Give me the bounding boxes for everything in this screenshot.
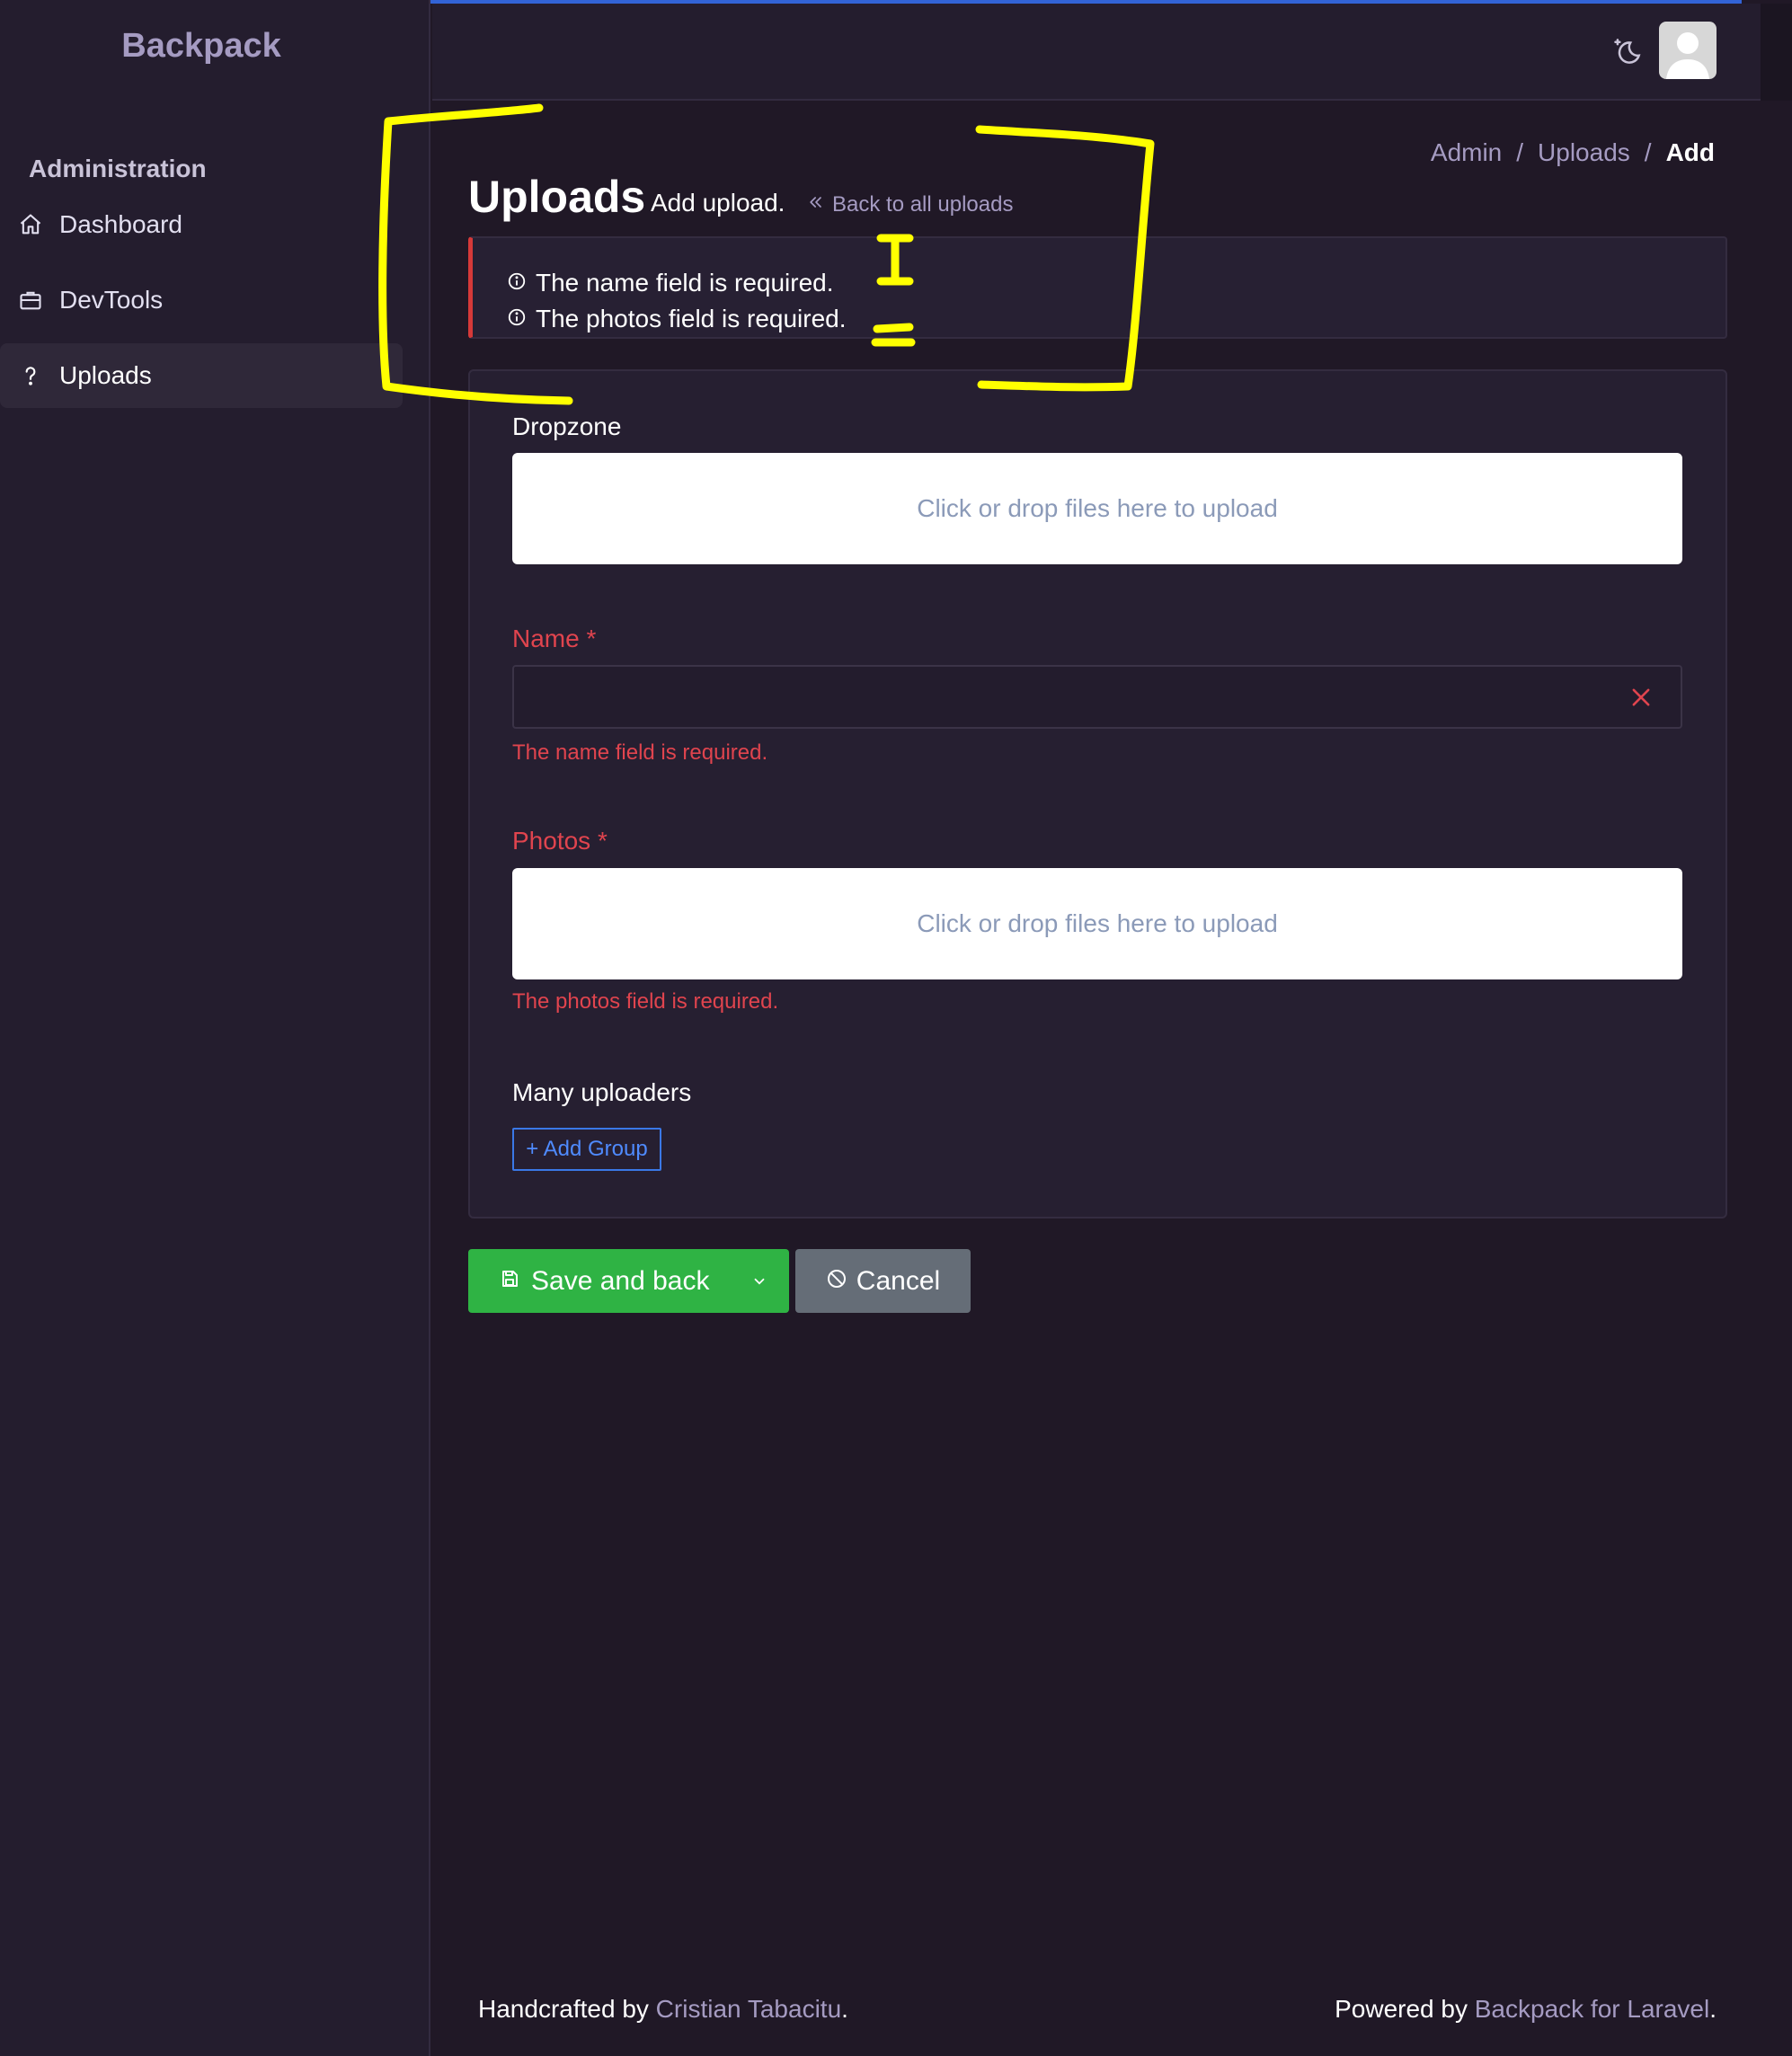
home-icon <box>18 212 43 237</box>
alert-error-line: The name field is required. <box>507 269 834 297</box>
sidebar-item-devtools[interactable]: DevTools <box>0 268 403 332</box>
breadcrumb-uploads[interactable]: Uploads <box>1538 138 1630 167</box>
cancel-label: Cancel <box>856 1265 941 1296</box>
moon-stars-icon[interactable] <box>1610 34 1645 68</box>
sidebar-item-label: Dashboard <box>59 210 182 238</box>
photos-label-text: Photos <box>512 827 591 855</box>
footer-powered-suffix: . <box>1709 1995 1717 2023</box>
save-icon <box>499 1266 520 1297</box>
breadcrumb-current: Add <box>1665 138 1715 166</box>
sidebar-item-label: DevTools <box>59 286 164 314</box>
name-label-text: Name <box>512 625 580 652</box>
chevron-down-icon <box>751 1266 767 1297</box>
save-and-back-button[interactable]: Save and back <box>468 1249 789 1313</box>
add-group-button[interactable]: + Add Group <box>512 1128 661 1171</box>
footer-credit-suffix: . <box>841 1995 848 2023</box>
footer-credit-prefix: Handcrafted by <box>478 1995 649 2023</box>
dropzone-upload-area[interactable]: Click or drop files here to upload <box>512 453 1682 564</box>
save-main-action[interactable]: Save and back <box>468 1266 729 1297</box>
breadcrumb-separator: / <box>1644 138 1652 166</box>
photos-error-text: The photos field is required. <box>512 989 779 1014</box>
page-subtitle: Add upload. <box>651 189 785 217</box>
brand-logo[interactable]: Backpack <box>0 27 403 66</box>
page-title: Uploads <box>468 172 646 222</box>
error-alert: The name field is required. The photos f… <box>468 236 1727 339</box>
breadcrumb: Admin / Uploads / Add <box>1431 138 1715 167</box>
save-options-dropdown[interactable] <box>729 1249 789 1313</box>
name-input[interactable] <box>512 665 1682 729</box>
info-circle-icon <box>507 305 527 333</box>
footer-powered-by: Powered by Backpack for Laravel. <box>1335 1995 1717 2024</box>
author-link[interactable]: Cristian Tabacitu <box>656 1995 841 2023</box>
briefcase-icon <box>18 288 43 313</box>
name-error-text: The name field is required. <box>512 740 768 765</box>
footer-powered-prefix: Powered by <box>1335 1995 1468 2023</box>
required-marker: * <box>586 625 597 652</box>
top-header <box>432 4 1761 101</box>
breadcrumb-separator: / <box>1516 138 1524 166</box>
question-icon <box>18 363 43 388</box>
sidebar-item-label: Uploads <box>59 361 152 389</box>
sidebar-section-title: Administration <box>29 155 207 182</box>
alert-error-text: The photos field is required. <box>536 305 847 332</box>
ban-icon <box>826 1266 847 1297</box>
required-marker: * <box>597 827 608 855</box>
name-label: Name * <box>512 625 596 653</box>
photos-upload-area[interactable]: Click or drop files here to upload <box>512 868 1682 979</box>
user-avatar-icon[interactable] <box>1659 22 1717 79</box>
sidebar-item-dashboard[interactable]: Dashboard <box>0 192 403 257</box>
save-label: Save and back <box>531 1265 710 1296</box>
dropzone-label: Dropzone <box>512 412 622 440</box>
breadcrumb-admin[interactable]: Admin <box>1431 138 1502 167</box>
info-circle-icon <box>507 269 527 297</box>
back-to-list-link[interactable]: Back to all uploads <box>807 192 1013 217</box>
back-link-label: Back to all uploads <box>832 192 1014 217</box>
photos-label: Photos * <box>512 827 608 855</box>
backpack-link[interactable]: Backpack for Laravel <box>1475 1995 1709 2023</box>
footer-credit: Handcrafted by Cristian Tabacitu. <box>478 1995 848 2024</box>
chevrons-left-icon <box>807 192 825 217</box>
alert-error-text: The name field is required. <box>536 269 834 297</box>
many-uploaders-label: Many uploaders <box>512 1078 692 1106</box>
sidebar: Backpack Administration Dashboard DevToo… <box>0 0 430 2056</box>
cancel-button[interactable]: Cancel <box>795 1249 971 1313</box>
header-edge <box>1761 4 1792 101</box>
alert-error-line: The photos field is required. <box>507 305 847 333</box>
error-x-icon <box>1628 685 1654 710</box>
sidebar-item-uploads[interactable]: Uploads <box>0 343 403 408</box>
